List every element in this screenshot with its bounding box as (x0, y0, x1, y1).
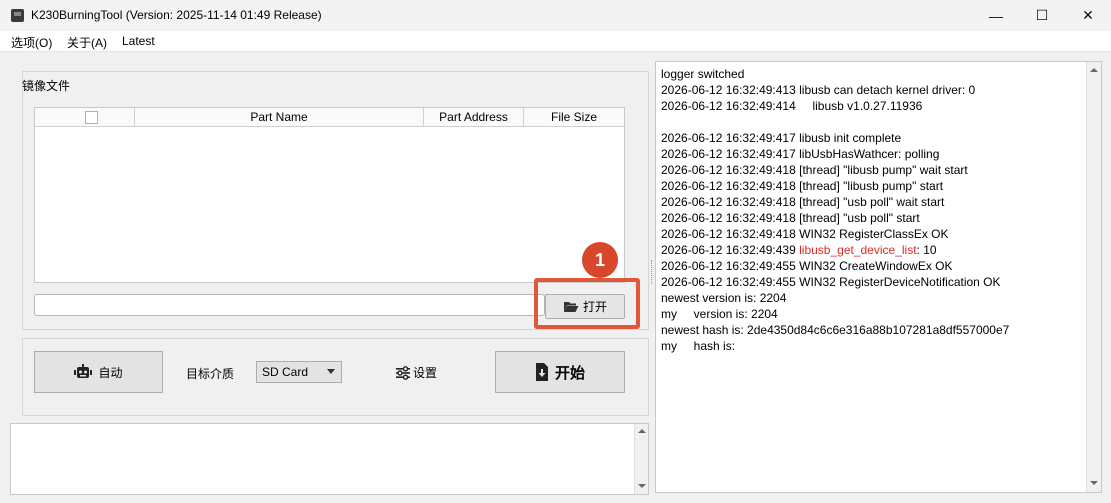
image-file-group-title: 镜像文件 (22, 79, 71, 93)
log-line: 2026-06-12 16:32:49:418 WIN32 RegisterCl… (661, 227, 949, 241)
menu-latest[interactable]: Latest (122, 34, 155, 48)
annotation-highlight-box (534, 278, 640, 329)
scroll-up-icon[interactable] (638, 429, 646, 433)
sliders-icon (396, 365, 410, 380)
robot-icon (74, 364, 93, 378)
log-line: 2026-06-12 16:32:49:455 WIN32 CreateWind… (661, 259, 953, 273)
log-line: newest hash is: 2de4350d84c6c6e316a88b10… (661, 323, 1010, 337)
auto-button[interactable]: 自动 (34, 351, 163, 393)
start-button-label: 开始 (554, 364, 585, 382)
log-line: 2026-06-12 16:32:49:455 WIN32 RegisterDe… (661, 275, 1001, 289)
header-part-name[interactable]: Part Name (135, 108, 424, 127)
log-line: 2026-06-12 16:32:49:418 [thread] "libusb… (661, 179, 944, 193)
log-line: 2026-06-12 16:32:49:417 libUsbHasWathcer… (661, 147, 940, 161)
start-button[interactable]: 开始 (495, 351, 625, 393)
header-select-all[interactable] (35, 108, 135, 127)
settings-button[interactable]: 设置 (396, 364, 437, 381)
partition-table[interactable]: Part Name Part Address File Size (34, 107, 625, 283)
log-line: newest version is: 2204 (661, 291, 787, 305)
image-path-input[interactable] (34, 294, 545, 316)
chevron-down-icon (327, 369, 335, 374)
scroll-down-icon[interactable] (1090, 481, 1098, 485)
log-line: 2026-06-12 16:32:49:417 libusb init comp… (661, 131, 902, 145)
close-button[interactable]: ✕ (1065, 0, 1111, 31)
log-line: my hash is: (661, 339, 736, 353)
target-medium-value: SD Card (262, 365, 309, 379)
log-line: logger switched (661, 67, 745, 81)
log-line: my version is: 2204 (661, 307, 778, 321)
log-line: 2026-06-12 16:32:49:418 [thread] "libusb… (661, 163, 968, 177)
scroll-up-icon[interactable] (1090, 68, 1098, 72)
scroll-down-icon[interactable] (638, 484, 646, 488)
log-error-text: libusb_get_device_list (799, 243, 917, 257)
log-pane[interactable]: logger switched 2026-06-12 16:32:49:413 l… (655, 61, 1102, 493)
log-line: 2026-06-12 16:32:49:413 libusb can detac… (661, 83, 976, 97)
status-scrollbar[interactable] (634, 424, 648, 494)
title-bar: K230BurningTool (Version: 2025-11-14 01:… (0, 0, 1111, 31)
table-header: Part Name Part Address File Size (35, 108, 624, 127)
pane-splitter[interactable] (651, 260, 654, 284)
log-line-prefix: 2026-06-12 16:32:49:439 (661, 243, 800, 257)
header-file-size[interactable]: File Size (524, 108, 624, 127)
target-medium-select[interactable]: SD Card (256, 361, 342, 383)
menu-about[interactable]: 关于(A) (67, 34, 107, 51)
log-line: 2026-06-12 16:32:49:414 libusb v1.0.27.1… (661, 99, 923, 113)
maximize-button[interactable]: ☐ (1019, 0, 1065, 31)
target-medium-label: 目标介质 (186, 367, 235, 381)
select-all-checkbox[interactable] (85, 111, 98, 124)
log-line: 2026-06-12 16:32:49:418 [thread] "usb po… (661, 211, 920, 225)
menu-options[interactable]: 选项(O) (11, 34, 52, 51)
annotation-step-badge: 1 (582, 242, 618, 278)
minimize-button[interactable]: — (973, 0, 1019, 31)
file-download-icon (535, 363, 548, 381)
auto-button-label: 自动 (98, 365, 123, 380)
log-line-suffix: : 10 (916, 243, 937, 257)
menu-bar: 选项(O) 关于(A) Latest (0, 31, 1111, 52)
status-text-area[interactable] (10, 423, 649, 495)
log-scrollbar[interactable] (1086, 62, 1101, 492)
window-title: K230BurningTool (Version: 2025-11-14 01:… (31, 8, 322, 22)
header-part-address[interactable]: Part Address (424, 108, 524, 127)
app-icon (11, 9, 24, 22)
log-line: 2026-06-12 16:32:49:439 libusb_get_devic… (661, 243, 937, 257)
settings-button-label: 设置 (413, 366, 438, 380)
log-line: 2026-06-12 16:32:49:418 [thread] "usb po… (661, 195, 945, 209)
